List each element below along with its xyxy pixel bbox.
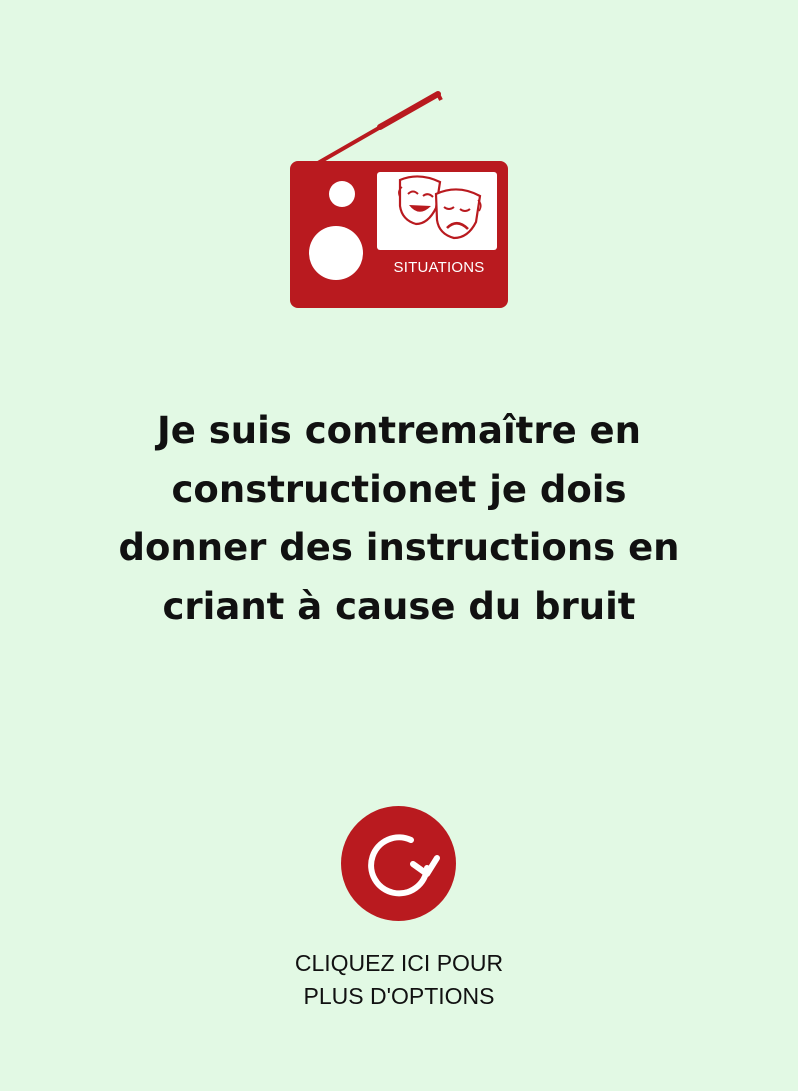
radio-icon: [290, 91, 508, 308]
situation-text: Je suis contremaître en constructionet j…: [118, 409, 680, 628]
options-button[interactable]: [341, 806, 456, 921]
situations-radio-logo: SITUATIONS: [288, 88, 512, 312]
situations-label: SITUATIONS: [393, 259, 485, 276]
options-caption-link[interactable]: CLIQUEZ ICI POUR PLUS D'OPTIONS: [199, 947, 599, 1013]
refresh-icon: [368, 834, 440, 897]
